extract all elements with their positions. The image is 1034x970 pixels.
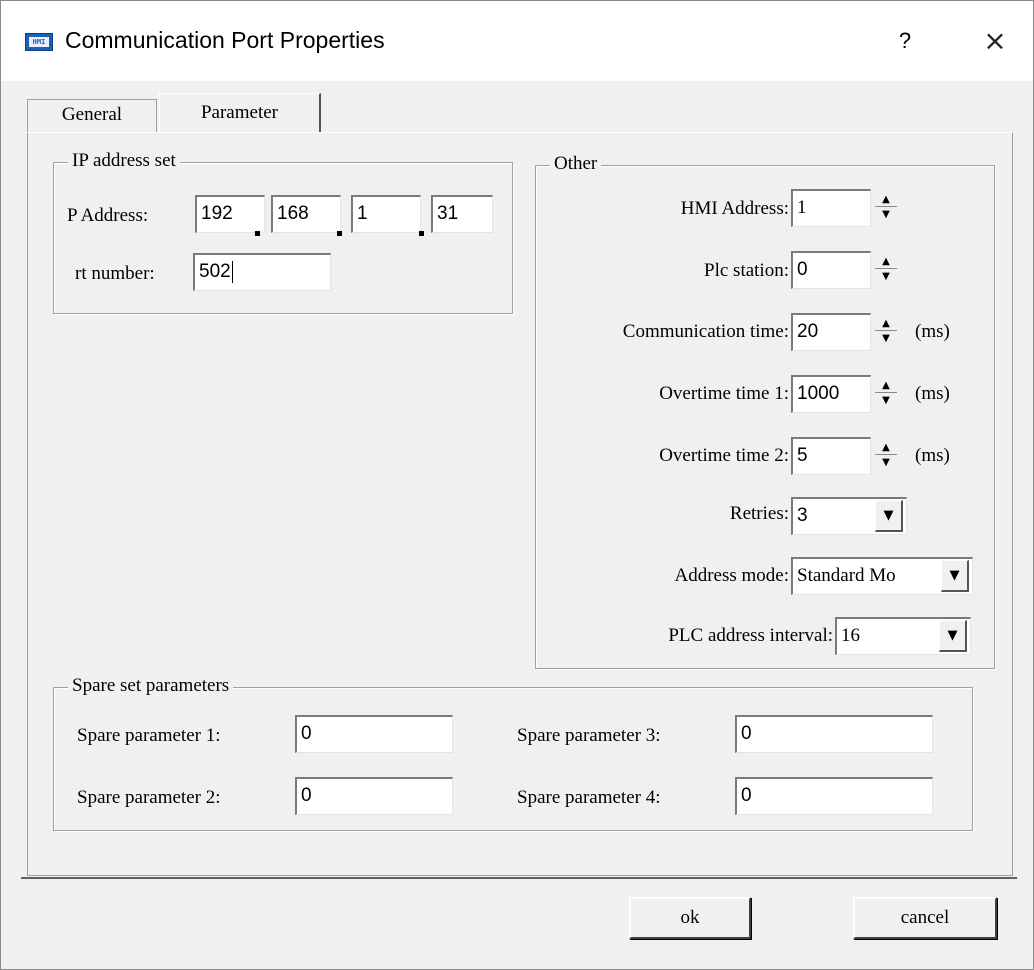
spare-parameter-3-input[interactable]: 0	[735, 715, 933, 753]
hmi-address-spinner[interactable]: ▲ ▼	[871, 189, 901, 227]
ip-octet-2-input[interactable]: 168	[271, 195, 341, 233]
address-mode-dropdown-icon[interactable]: ▼	[941, 560, 969, 592]
spin-down-icon[interactable]: ▼	[875, 269, 897, 284]
spin-up-icon[interactable]: ▲	[875, 254, 897, 269]
communication-time-unit: (ms)	[915, 321, 950, 342]
communication-time-spinner[interactable]: ▲ ▼	[871, 313, 901, 351]
overtime-1-spinner[interactable]: ▲ ▼	[871, 375, 901, 413]
ip-dot-separator	[419, 231, 424, 236]
address-mode-label: Address mode:	[674, 565, 789, 586]
text-cursor	[231, 260, 233, 283]
ip-dot-separator	[255, 231, 260, 236]
port-number-value: 502	[199, 261, 231, 282]
ip-address-group: IP address set	[53, 149, 513, 314]
tab-parameter[interactable]: Parameter	[159, 93, 321, 133]
plc-station-spinner[interactable]: ▲ ▼	[871, 251, 901, 289]
retries-dropdown-icon[interactable]: ▼	[875, 500, 903, 532]
overtime-1-input[interactable]: 1000	[791, 375, 871, 413]
port-number-input[interactable]: 502	[193, 253, 331, 291]
dialog-window: HMI Communication Port Properties ? × Ge…	[0, 0, 1034, 970]
port-number-label: rt number:	[75, 263, 155, 284]
close-button[interactable]: ×	[979, 23, 1011, 59]
spare-parameter-2-label: Spare parameter 2:	[77, 787, 221, 808]
spin-down-icon[interactable]: ▼	[875, 455, 897, 470]
help-button[interactable]: ?	[893, 25, 917, 57]
hmi-address-label: HMI Address:	[680, 198, 789, 219]
overtime-1-unit: (ms)	[915, 383, 950, 404]
other-group-title: Other	[550, 152, 602, 176]
tab-general[interactable]: General	[27, 99, 157, 133]
spare-parameter-2-input[interactable]: 0	[295, 777, 453, 815]
spare-parameter-4-label: Spare parameter 4:	[517, 787, 661, 808]
spare-parameters-group-title: Spare set parameters	[68, 674, 234, 698]
spin-down-icon[interactable]: ▼	[875, 207, 897, 222]
ip-octet-4-input[interactable]: 31	[431, 195, 493, 233]
plc-station-label: Plc station:	[704, 260, 789, 281]
plc-station-input[interactable]: 0	[791, 251, 871, 289]
retries-label: Retries:	[729, 503, 789, 524]
ip-octet-1-input[interactable]: 192	[195, 195, 265, 233]
spin-up-icon[interactable]: ▲	[875, 378, 897, 393]
ip-octet-3-input[interactable]: 1	[351, 195, 421, 233]
spin-down-icon[interactable]: ▼	[875, 331, 897, 346]
overtime-1-label: Overtime time 1:	[659, 383, 789, 404]
spare-parameter-4-input[interactable]: 0	[735, 777, 933, 815]
overtime-2-input[interactable]: 5	[791, 437, 871, 475]
overtime-2-spinner[interactable]: ▲ ▼	[871, 437, 901, 475]
ip-address-label: P Address:	[67, 205, 149, 226]
ok-button[interactable]: ok	[629, 897, 751, 939]
communication-time-input[interactable]: 20	[791, 313, 871, 351]
overtime-2-unit: (ms)	[915, 445, 950, 466]
window-title: Communication Port Properties	[65, 27, 385, 53]
ip-address-group-title: IP address set	[68, 149, 180, 173]
panel-bottom-edge	[21, 877, 1017, 879]
plc-address-interval-dropdown-icon[interactable]: ▼	[939, 620, 967, 652]
cancel-button[interactable]: cancel	[853, 897, 997, 939]
spin-up-icon[interactable]: ▲	[875, 316, 897, 331]
spin-up-icon[interactable]: ▲	[875, 440, 897, 455]
spare-parameter-1-label: Spare parameter 1:	[77, 725, 221, 746]
spare-parameter-1-input[interactable]: 0	[295, 715, 453, 753]
hmi-address-input[interactable]: 1	[791, 189, 871, 227]
spin-up-icon[interactable]: ▲	[875, 192, 897, 207]
spin-down-icon[interactable]: ▼	[875, 393, 897, 408]
plc-address-interval-label: PLC address interval:	[668, 625, 833, 646]
spare-parameter-3-label: Spare parameter 3:	[517, 725, 661, 746]
communication-time-label: Communication time:	[622, 321, 789, 342]
title-bar: HMI Communication Port Properties ? ×	[1, 1, 1033, 81]
overtime-2-label: Overtime time 2:	[659, 445, 789, 466]
hmi-app-icon: HMI	[25, 33, 53, 51]
ip-dot-separator	[337, 231, 342, 236]
